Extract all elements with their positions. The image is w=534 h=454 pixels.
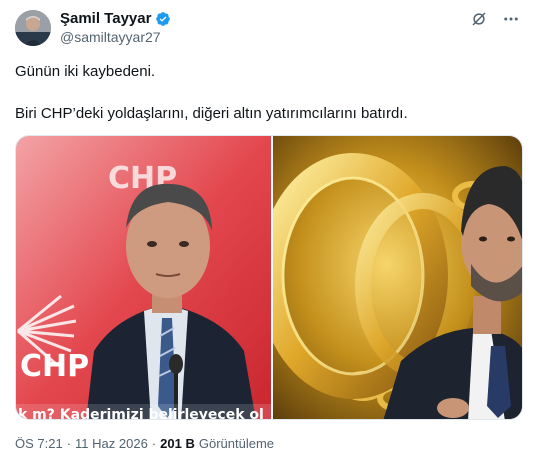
tweet-card: Şamil Tayyar @samiltayyar27 Günün iki ka… xyxy=(0,0,534,454)
chp-logo-text-lower: CHP xyxy=(20,349,89,384)
tweet-meta: ÖS 7:21 · 11 Haz 2026 · 201 B Görüntülem… xyxy=(15,436,274,451)
more-icon[interactable] xyxy=(502,10,520,28)
tweet-media[interactable]: CHP CHP k m? Kaderimizi belirleyecek ol xyxy=(15,135,523,420)
author-name-row: Şamil Tayyar xyxy=(60,10,171,27)
meta-separator: · xyxy=(151,436,157,451)
author-display-name[interactable]: Şamil Tayyar xyxy=(60,10,151,27)
media-image-right[interactable] xyxy=(273,136,522,419)
tweet-time[interactable]: ÖS 7:21 xyxy=(15,436,63,451)
verified-badge-icon xyxy=(155,11,171,27)
views-label: Görüntüleme xyxy=(198,436,275,451)
tweet-text-line-1: Günün iki kaybedeni. xyxy=(15,63,156,80)
tweet-text-line-2: Biri CHP’deki yoldaşlarını, diğeri altın… xyxy=(15,105,408,122)
media-caption-text: k m? Kaderimizi belirleyecek ol xyxy=(18,407,264,420)
tweet-top-actions xyxy=(470,10,520,28)
meta-separator: · xyxy=(66,436,72,451)
tweet-date[interactable]: 11 Haz 2026 xyxy=(75,436,148,451)
avatar[interactable] xyxy=(15,10,51,46)
grok-icon[interactable] xyxy=(470,10,488,28)
author-handle[interactable]: @samiltayyar27 xyxy=(60,29,161,45)
media-image-left[interactable]: CHP CHP k m? Kaderimizi belirleyecek ol xyxy=(16,136,271,420)
views-count: 201 B xyxy=(160,436,195,451)
